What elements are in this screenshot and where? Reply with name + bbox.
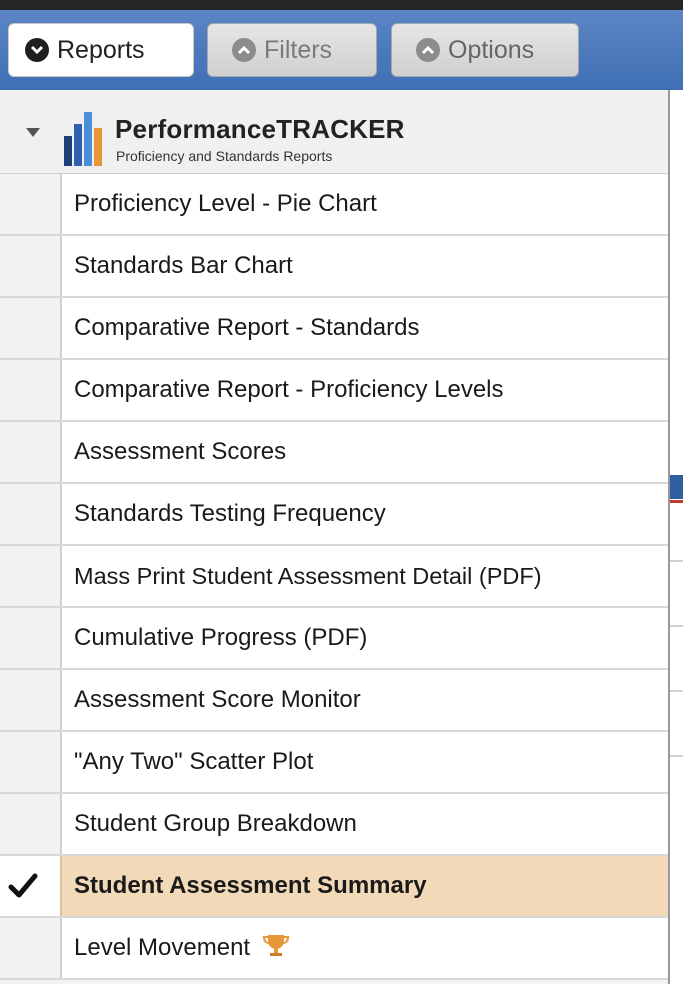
reports-button[interactable]: Reports: [8, 23, 194, 77]
menu-item-proficiency-level-pie-chart[interactable]: Proficiency Level - Pie Chart: [0, 174, 668, 236]
menu-item-student-group-breakdown[interactable]: Student Group Breakdown: [0, 794, 668, 856]
trophy-icon: [262, 934, 289, 956]
menu-item-level-movement[interactable]: Level Movement: [0, 918, 668, 980]
menu-item-assessment-score-monitor[interactable]: Assessment Score Monitor: [0, 670, 668, 732]
menu-item-label: Standards Bar Chart: [74, 252, 293, 279]
menu-item-label: Comparative Report - Proficiency Levels: [74, 376, 504, 403]
menu-item-any-two-scatter-plot[interactable]: "Any Two" Scatter Plot: [0, 732, 668, 794]
menu-item-label: Mass Print Student Assessment Detail (PD…: [74, 563, 542, 589]
menu-item-label: Student Assessment Summary: [74, 872, 427, 899]
menu-item-student-assessment-summary[interactable]: Student Assessment Summary: [0, 856, 668, 918]
menu-item-mass-print-student-assessment-detail[interactable]: Mass Print Student Assessment Detail (PD…: [0, 546, 668, 608]
menu-item-cumulative-progress[interactable]: Cumulative Progress (PDF): [0, 608, 668, 670]
background-page-edge: [668, 90, 683, 984]
menu-item-assessment-scores[interactable]: Assessment Scores: [0, 422, 668, 484]
menu-item-label: Comparative Report - Standards: [74, 314, 420, 341]
chevron-up-icon: [232, 38, 256, 62]
menu-item-label: Level Movement: [74, 934, 251, 961]
checkmark-icon: [8, 873, 38, 898]
chevron-up-icon: [416, 38, 440, 62]
brand-subtitle: Proficiency and Standards Reports: [116, 148, 333, 164]
filters-button[interactable]: Filters: [207, 23, 377, 77]
menu-item-label: Cumulative Progress (PDF): [74, 624, 368, 651]
chevron-down-icon: [25, 38, 49, 62]
menu-item-label: Proficiency Level - Pie Chart: [74, 190, 377, 217]
menu-item-standards-bar-chart[interactable]: Standards Bar Chart: [0, 236, 668, 298]
menu-group-header[interactable]: PerformanceTRACKER Proficiency and Stand…: [0, 90, 668, 174]
collapse-arrow-icon[interactable]: [26, 128, 40, 137]
reports-dropdown-menu: PerformanceTRACKER Proficiency and Stand…: [0, 90, 670, 984]
menu-item-standards-testing-frequency[interactable]: Standards Testing Frequency: [0, 484, 668, 546]
performancetracker-logo-icon: [64, 112, 102, 166]
menu-item-comparative-report-proficiency-levels[interactable]: Comparative Report - Proficiency Levels: [0, 360, 668, 422]
menu-item-label: "Any Two" Scatter Plot: [74, 748, 314, 775]
options-button-label: Options: [448, 35, 535, 64]
reports-button-label: Reports: [57, 35, 145, 64]
menu-item-label: Student Group Breakdown: [74, 810, 357, 837]
menu-item-comparative-report-standards[interactable]: Comparative Report - Standards: [0, 298, 668, 360]
options-button[interactable]: Options: [391, 23, 579, 77]
top-toolbar: Reports Filters Options: [0, 0, 683, 90]
menu-item-label: Assessment Score Monitor: [74, 686, 361, 713]
filters-button-label: Filters: [264, 35, 333, 64]
brand-name: PerformanceTRACKER: [115, 114, 405, 144]
menu-item-label: Assessment Scores: [74, 438, 287, 465]
menu-item-label: Standards Testing Frequency: [74, 500, 386, 527]
report-list: Proficiency Level - Pie Chart Standards …: [0, 174, 668, 980]
